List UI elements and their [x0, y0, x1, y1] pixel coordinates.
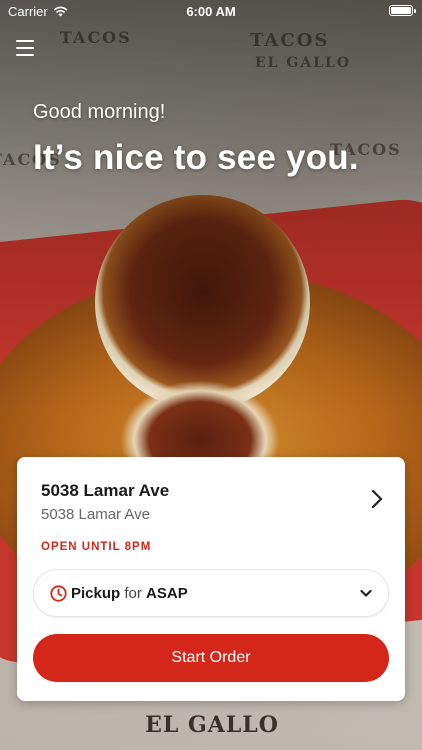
order-time-label: ASAP: [146, 585, 188, 602]
start-order-button[interactable]: Start Order: [33, 634, 389, 682]
clock-icon: [50, 585, 67, 602]
background-logo: EL GALLO: [145, 712, 279, 738]
hamburger-menu-icon-line: [16, 47, 34, 49]
battery-fill: [391, 7, 411, 14]
order-type-selector[interactable]: Pickup for ASAP: [33, 569, 389, 617]
order-connector: for: [124, 585, 142, 602]
battery-icon: [389, 5, 416, 16]
hamburger-menu-icon-line: [16, 40, 34, 42]
menu-button[interactable]: [16, 40, 34, 56]
store-hours: OPEN UNTIL 8PM: [41, 541, 152, 553]
status-bar: Carrier 6:00 AM: [0, 0, 422, 22]
status-time: 6:00 AM: [186, 4, 236, 19]
chevron-down-icon: [360, 589, 372, 597]
chevron-right-icon: [371, 489, 383, 509]
hamburger-menu-icon-line: [16, 54, 34, 56]
location-name: 5038 Lamar Ave: [41, 481, 170, 500]
location-selector[interactable]: 5038 Lamar Ave 5038 Lamar Ave: [17, 457, 405, 537]
greeting-text: Good morning!: [33, 101, 166, 123]
location-address: 5038 Lamar Ave: [41, 506, 150, 523]
order-type-text: Pickup for ASAP: [71, 585, 188, 602]
welcome-headline: It’s nice to see you.: [33, 138, 359, 177]
order-card: 5038 Lamar Ave 5038 Lamar Ave OPEN UNTIL…: [17, 457, 405, 701]
order-type-label: Pickup: [71, 585, 121, 602]
